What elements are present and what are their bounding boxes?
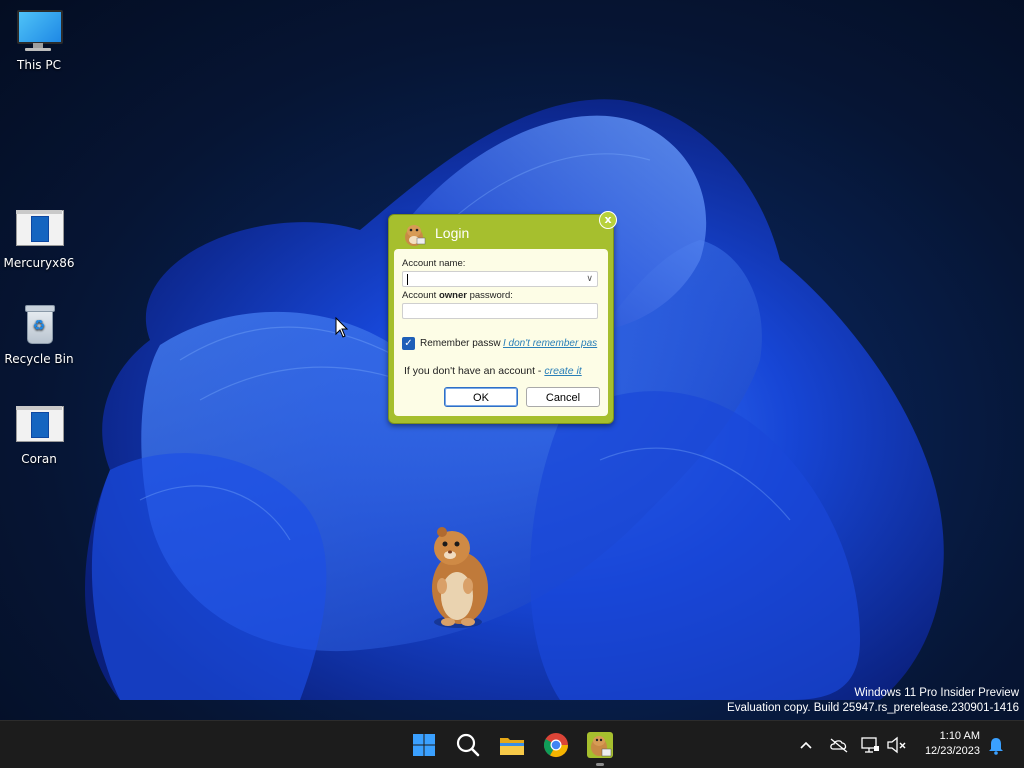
dialog-title: Login xyxy=(435,225,470,241)
chevron-down-icon[interactable]: ∨ xyxy=(586,273,593,284)
no-account-prefix: If you don't have an account - xyxy=(404,365,545,377)
forgot-password-link[interactable]: I don't remember pas xyxy=(503,338,597,349)
clock-time: 1:10 AM xyxy=(939,730,980,742)
chevron-up-icon[interactable] xyxy=(797,733,815,757)
close-button[interactable]: x xyxy=(599,211,617,229)
windows-watermark: Windows 11 Pro Insider Preview Evaluatio… xyxy=(727,686,1019,716)
desktop-icon-mercuryx86[interactable]: Mercuryx86 xyxy=(1,208,77,270)
windows-start-icon[interactable] xyxy=(408,729,440,761)
taskbar: 1:10 AM 12/23/2023 xyxy=(0,720,1024,768)
volume-mute-icon[interactable] xyxy=(886,733,908,757)
password-label-bold: owner xyxy=(438,290,467,301)
desktop-icon-coran[interactable]: Coran xyxy=(1,404,77,466)
hamster-desktop-pet[interactable] xyxy=(412,522,502,632)
desktop-icon-recycle-bin[interactable]: ♻ Recycle Bin xyxy=(1,304,77,366)
account-name-combobox[interactable]: ∨ xyxy=(402,271,598,287)
watermark-line2: Evaluation copy. Build 25947.rs_prerelea… xyxy=(727,702,1019,714)
password-input[interactable] xyxy=(402,303,598,319)
login-form-panel: Account name: ∨ Account owner password: … xyxy=(394,249,608,416)
desktop-icon-this-pc[interactable]: This PC xyxy=(1,10,77,72)
monitor-icon xyxy=(15,10,63,54)
account-name-label: Account name: xyxy=(402,258,466,269)
app-window-icon xyxy=(15,208,64,252)
hamster-app-icon[interactable] xyxy=(584,729,616,761)
text-caret xyxy=(407,274,408,285)
active-app-indicator xyxy=(596,763,604,766)
hamster-logo-icon xyxy=(405,225,426,246)
file-explorer-icon[interactable] xyxy=(496,729,528,761)
login-dialog: Login x Account name: ∨ Account owner pa… xyxy=(388,211,617,424)
recycle-bin-icon: ♻ xyxy=(15,304,63,348)
system-clock[interactable]: 1:10 AM 12/23/2023 xyxy=(925,729,980,759)
mouse-cursor-icon xyxy=(335,317,349,338)
desktop-icon-label: This PC xyxy=(17,58,61,72)
chrome-icon[interactable] xyxy=(540,729,572,761)
remember-password-checkbox[interactable]: ✓ xyxy=(402,337,415,350)
ok-button[interactable]: OK xyxy=(444,387,518,407)
cloud-offline-icon[interactable] xyxy=(828,733,850,757)
create-account-link[interactable]: create it xyxy=(544,365,581,377)
password-label: Account owner password: xyxy=(402,290,513,301)
notification-bell-icon[interactable] xyxy=(987,733,1005,757)
remember-password-label: Remember passw xyxy=(420,338,501,349)
desktop-icon-label: Mercuryx86 xyxy=(3,256,75,270)
network-icon[interactable] xyxy=(860,733,880,757)
app-window-icon xyxy=(15,404,64,448)
password-label-prefix: Account xyxy=(402,290,439,301)
password-label-suffix: password: xyxy=(466,290,513,301)
search-icon[interactable] xyxy=(452,729,484,761)
cancel-button[interactable]: Cancel xyxy=(526,387,600,407)
desktop-icon-label: Coran xyxy=(21,452,57,466)
watermark-line1: Windows 11 Pro Insider Preview xyxy=(854,687,1019,699)
clock-date: 12/23/2023 xyxy=(924,745,980,757)
desktop-icon-label: Recycle Bin xyxy=(4,352,74,366)
no-account-text: If you don't have an account - create it xyxy=(404,365,582,377)
